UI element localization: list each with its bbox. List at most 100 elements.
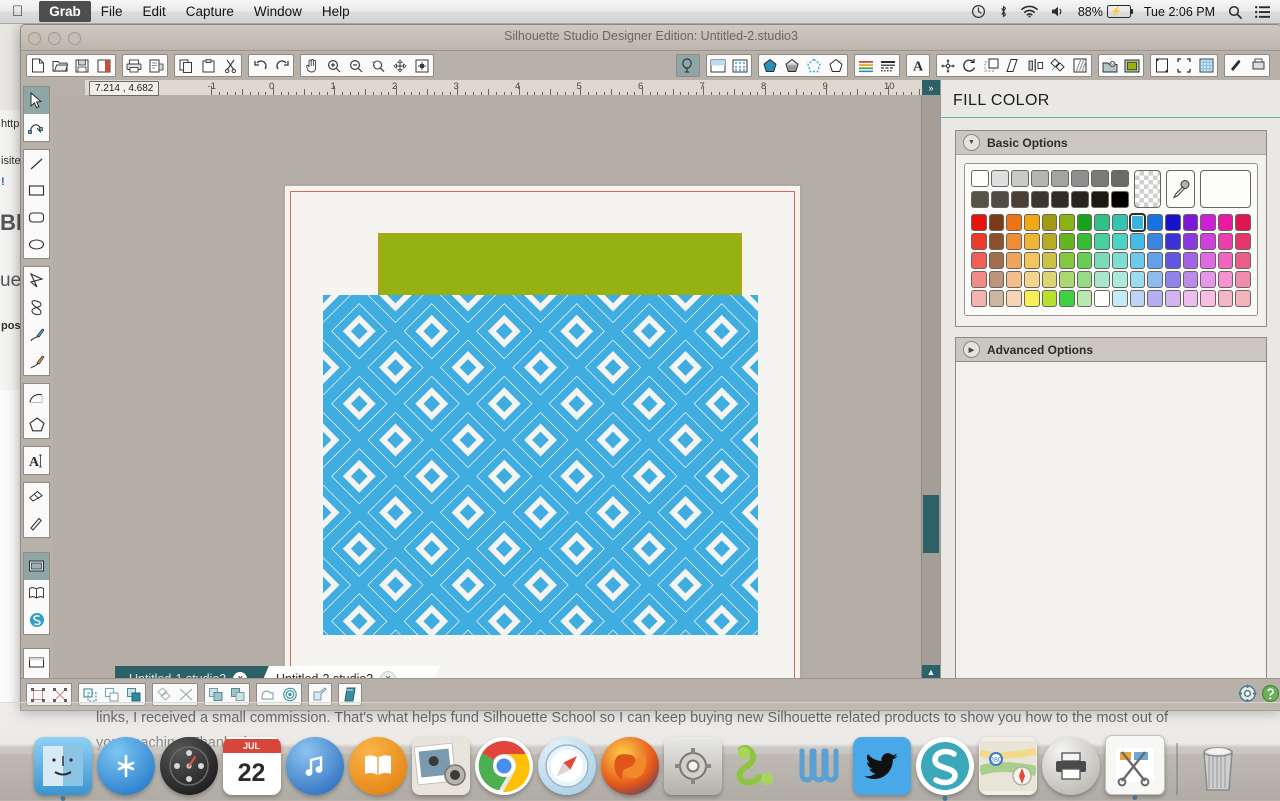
- color-swatch[interactable]: [1235, 233, 1251, 250]
- color-swatch[interactable]: [989, 252, 1005, 269]
- color-swatch[interactable]: [1042, 214, 1058, 231]
- color-swatch[interactable]: [1042, 252, 1058, 269]
- rotate-object-button[interactable]: [959, 55, 981, 76]
- text-tool[interactable]: A: [24, 447, 49, 474]
- color-swatch[interactable]: [1147, 214, 1163, 231]
- color-swatch[interactable]: [1183, 271, 1199, 288]
- color-swatch[interactable]: [1042, 271, 1058, 288]
- color-swatch[interactable]: [1200, 271, 1216, 288]
- color-swatch[interactable]: [1183, 252, 1199, 269]
- rounded-rectangle-tool[interactable]: [24, 204, 49, 231]
- wifi-icon[interactable]: [1021, 5, 1038, 18]
- regular-polygon-tool[interactable]: [24, 411, 49, 438]
- color-swatch[interactable]: [1077, 233, 1093, 250]
- color-swatch[interactable]: [1024, 271, 1040, 288]
- notification-center-icon[interactable]: [1255, 6, 1270, 18]
- color-swatch[interactable]: [1183, 290, 1199, 307]
- gray-swatch[interactable]: [1011, 191, 1029, 208]
- color-swatch[interactable]: [971, 271, 987, 288]
- store-tool[interactable]: [24, 607, 49, 634]
- cut-style-button[interactable]: [1121, 55, 1143, 76]
- color-swatch[interactable]: [1094, 271, 1110, 288]
- eyedropper-icon[interactable]: [1166, 170, 1195, 208]
- gray-swatch[interactable]: [991, 170, 1009, 187]
- dock-item-system-preferences[interactable]: [664, 737, 722, 795]
- scroll-up-arrow[interactable]: ▲: [922, 665, 940, 679]
- color-swatch[interactable]: [1235, 290, 1251, 307]
- undo-button[interactable]: [249, 55, 271, 76]
- expand-panel-button[interactable]: »: [922, 80, 940, 95]
- color-swatch[interactable]: [1235, 271, 1251, 288]
- pan-tool-button[interactable]: [301, 55, 323, 76]
- knife-tool[interactable]: [24, 510, 49, 537]
- gray-swatch[interactable]: [1051, 170, 1069, 187]
- gray-swatch[interactable]: [1051, 191, 1069, 208]
- color-swatch[interactable]: [1218, 290, 1234, 307]
- color-swatch[interactable]: [1147, 233, 1163, 250]
- color-swatch[interactable]: [1183, 214, 1199, 231]
- color-swatch[interactable]: [1112, 271, 1128, 288]
- zoom-region-button[interactable]: [389, 55, 411, 76]
- cut-button[interactable]: [219, 55, 241, 76]
- move-object-button[interactable]: [937, 55, 959, 76]
- fill-color-button[interactable]: [759, 55, 781, 76]
- scale-object-button[interactable]: [981, 55, 1003, 76]
- align-objects-button[interactable]: [1025, 55, 1047, 76]
- color-swatch[interactable]: [1165, 214, 1181, 231]
- color-swatch[interactable]: [989, 290, 1005, 307]
- gray-swatch[interactable]: [1111, 191, 1129, 208]
- color-swatch[interactable]: [1094, 252, 1110, 269]
- color-swatch[interactable]: [971, 252, 987, 269]
- print-and-cut-button[interactable]: [1247, 55, 1269, 76]
- color-swatch[interactable]: [1006, 233, 1022, 250]
- chevron-right-icon[interactable]: ▶: [963, 341, 980, 358]
- dock-item-app-blue[interactable]: [790, 737, 848, 795]
- arc-tool[interactable]: [24, 384, 49, 411]
- ellipse-tool[interactable]: [24, 231, 49, 258]
- color-swatch[interactable]: [989, 214, 1005, 231]
- gray-swatch[interactable]: [971, 170, 989, 187]
- fill-gradient-button[interactable]: [781, 55, 803, 76]
- color-swatch[interactable]: [1218, 233, 1234, 250]
- color-swatch[interactable]: [1042, 290, 1058, 307]
- chevron-down-icon[interactable]: ▼: [963, 134, 980, 151]
- color-swatch[interactable]: [1235, 214, 1251, 231]
- fill-pattern-button[interactable]: [803, 55, 825, 76]
- registration-marks-button[interactable]: [729, 55, 751, 76]
- zoom-selection-button[interactable]: [367, 55, 389, 76]
- color-swatch[interactable]: [1094, 290, 1110, 307]
- color-swatch[interactable]: [1130, 252, 1146, 269]
- redo-button[interactable]: [271, 55, 293, 76]
- color-swatch[interactable]: [1130, 290, 1146, 307]
- advanced-options-header[interactable]: ▶ Advanced Options: [956, 338, 1266, 361]
- color-swatch[interactable]: [1200, 290, 1216, 307]
- gray-swatch[interactable]: [971, 191, 989, 208]
- dock-item-app-store[interactable]: [97, 737, 155, 795]
- bluetooth-icon[interactable]: [999, 4, 1008, 19]
- rectangle-tool[interactable]: [24, 177, 49, 204]
- color-swatch[interactable]: [1200, 214, 1216, 231]
- color-swatch[interactable]: [1200, 252, 1216, 269]
- color-swatch[interactable]: [971, 233, 987, 250]
- color-swatch[interactable]: [1024, 214, 1040, 231]
- volume-icon[interactable]: [1051, 5, 1065, 18]
- spotlight-icon[interactable]: [1228, 5, 1242, 19]
- color-swatch[interactable]: [1059, 214, 1075, 231]
- dock-item-iphoto[interactable]: [412, 737, 470, 795]
- design-page-tool[interactable]: [24, 553, 49, 580]
- fill-effects-button[interactable]: [825, 55, 847, 76]
- dock-item-ibooks[interactable]: [349, 737, 407, 795]
- dock-item-trash[interactable]: [1189, 737, 1247, 795]
- color-swatch[interactable]: [1165, 271, 1181, 288]
- apple-menu-icon[interactable]: : [12, 4, 23, 19]
- nesting-button[interactable]: [1069, 55, 1091, 76]
- diamond-lattice-pattern[interactable]: [323, 295, 758, 635]
- menu-item-file[interactable]: File: [91, 1, 133, 22]
- page-tools-button[interactable]: [1151, 55, 1173, 76]
- color-swatch[interactable]: [1165, 252, 1181, 269]
- line-tool[interactable]: [24, 150, 49, 177]
- color-swatch[interactable]: [1006, 252, 1022, 269]
- sketch-pen-button[interactable]: [1225, 55, 1247, 76]
- shear-object-button[interactable]: [1003, 55, 1025, 76]
- mat-settings-button[interactable]: M: [1099, 55, 1121, 76]
